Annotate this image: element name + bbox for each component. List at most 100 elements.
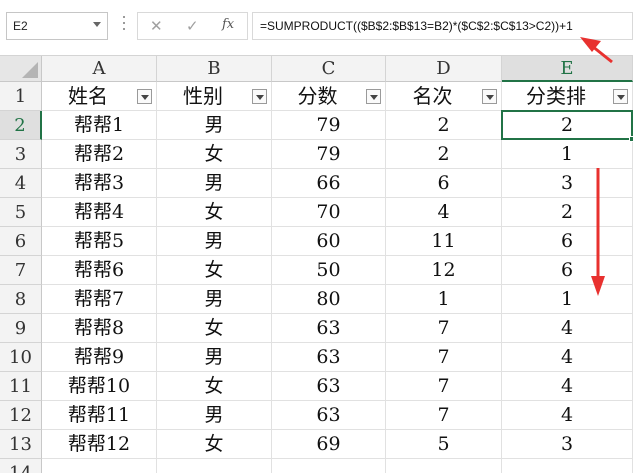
row-header[interactable]: 2 [0, 111, 42, 140]
data-cell[interactable]: 12 [386, 256, 502, 285]
data-cell[interactable]: 帮帮9 [42, 343, 157, 372]
filter-dropdown-icon[interactable] [613, 89, 628, 104]
function-fx-icon[interactable]: fx [222, 17, 234, 32]
row-header[interactable]: 10 [0, 343, 42, 372]
column-header-a[interactable]: A [42, 56, 157, 82]
data-cell[interactable]: 帮帮4 [42, 198, 157, 227]
name-box[interactable]: E2 [6, 12, 108, 40]
filter-dropdown-icon[interactable] [482, 89, 497, 104]
data-cell[interactable]: 7 [386, 401, 502, 430]
data-cell[interactable]: 11 [386, 227, 502, 256]
data-cell[interactable]: 帮帮6 [42, 256, 157, 285]
dropdown-arrow-icon[interactable] [93, 22, 101, 27]
data-cell[interactable]: 7 [386, 343, 502, 372]
data-cell[interactable]: 帮帮8 [42, 314, 157, 343]
data-cell[interactable]: 79 [272, 140, 386, 169]
row-header[interactable]: 7 [0, 256, 42, 285]
data-cell[interactable]: 2 [386, 111, 502, 140]
data-cell[interactable]: 6 [386, 169, 502, 198]
active-cell-border [501, 110, 633, 140]
data-cell[interactable]: 3 [502, 169, 633, 198]
data-cell[interactable]: 4 [502, 372, 633, 401]
column-header-e[interactable]: E [502, 56, 633, 82]
row-header[interactable]: 13 [0, 430, 42, 459]
data-cell[interactable]: 男 [157, 111, 272, 140]
data-cell[interactable]: 50 [272, 256, 386, 285]
column-header-d[interactable]: D [386, 56, 502, 82]
data-cell[interactable] [42, 459, 157, 473]
data-cell[interactable]: 帮帮10 [42, 372, 157, 401]
data-cell[interactable]: 69 [272, 430, 386, 459]
formula-input[interactable]: =SUMPRODUCT(($B$2:$B$13=B2)*($C$2:$C$13>… [252, 12, 633, 40]
data-cell[interactable] [502, 459, 633, 473]
data-cell[interactable]: 63 [272, 372, 386, 401]
data-cell[interactable]: 4 [502, 401, 633, 430]
row-header[interactable]: 4 [0, 169, 42, 198]
data-cell[interactable]: 女 [157, 372, 272, 401]
data-cell[interactable]: 帮帮3 [42, 169, 157, 198]
data-cell[interactable]: 女 [157, 430, 272, 459]
column-header-b[interactable]: B [157, 56, 272, 82]
row-header[interactable]: 8 [0, 285, 42, 314]
formula-text: =SUMPRODUCT(($B$2:$B$13=B2)*($C$2:$C$13>… [260, 19, 573, 33]
data-cell[interactable]: 6 [502, 256, 633, 285]
data-cell[interactable]: 80 [272, 285, 386, 314]
data-cell[interactable]: 1 [502, 140, 633, 169]
data-cell[interactable]: 女 [157, 256, 272, 285]
filter-dropdown-icon[interactable] [366, 89, 381, 104]
data-cell[interactable]: 帮帮1 [42, 111, 157, 140]
data-cell[interactable]: 7 [386, 372, 502, 401]
column-header-c[interactable]: C [272, 56, 386, 82]
row-header[interactable]: 14 [0, 459, 42, 473]
data-cell[interactable]: 帮帮12 [42, 430, 157, 459]
data-cell[interactable]: 1 [386, 285, 502, 314]
data-cell[interactable]: 男 [157, 401, 272, 430]
data-cell[interactable]: 63 [272, 343, 386, 372]
data-cell[interactable]: 女 [157, 198, 272, 227]
data-cell[interactable]: 5 [386, 430, 502, 459]
data-cell[interactable]: 男 [157, 169, 272, 198]
data-cell[interactable]: 70 [272, 198, 386, 227]
filter-dropdown-icon[interactable] [252, 89, 267, 104]
data-cell[interactable] [157, 459, 272, 473]
data-cell[interactable]: 2 [386, 140, 502, 169]
formula-buttons: ✕ ✓ fx [137, 12, 248, 40]
data-cell[interactable]: 4 [502, 343, 633, 372]
data-cell[interactable]: 79 [272, 111, 386, 140]
data-cell[interactable]: 男 [157, 227, 272, 256]
data-cell[interactable]: 3 [502, 430, 633, 459]
select-all-triangle-icon [22, 62, 38, 78]
data-cell[interactable]: 2 [502, 198, 633, 227]
row-header[interactable]: 5 [0, 198, 42, 227]
data-cell[interactable]: 帮帮2 [42, 140, 157, 169]
filter-dropdown-icon[interactable] [137, 89, 152, 104]
row-header[interactable]: 9 [0, 314, 42, 343]
data-cell[interactable]: 帮帮7 [42, 285, 157, 314]
data-cell[interactable]: 4 [502, 314, 633, 343]
row-header[interactable]: 11 [0, 372, 42, 401]
select-all-corner[interactable] [0, 56, 42, 82]
data-cell[interactable]: 女 [157, 140, 272, 169]
row-header[interactable]: 6 [0, 227, 42, 256]
data-cell[interactable] [272, 459, 386, 473]
cancel-icon[interactable]: ✕ [150, 17, 163, 35]
enter-check-icon[interactable]: ✓ [186, 17, 199, 35]
data-cell[interactable]: 66 [272, 169, 386, 198]
data-cell[interactable]: 6 [502, 227, 633, 256]
fill-handle[interactable] [629, 136, 633, 142]
data-cell[interactable]: 1 [502, 285, 633, 314]
data-cell[interactable]: 63 [272, 314, 386, 343]
data-cell[interactable]: 男 [157, 343, 272, 372]
data-cell[interactable]: 女 [157, 314, 272, 343]
data-cell[interactable]: 60 [272, 227, 386, 256]
data-cell[interactable]: 帮帮5 [42, 227, 157, 256]
data-cell[interactable]: 4 [386, 198, 502, 227]
row-header[interactable]: 3 [0, 140, 42, 169]
row-header[interactable]: 12 [0, 401, 42, 430]
data-cell[interactable]: 男 [157, 285, 272, 314]
data-cell[interactable]: 7 [386, 314, 502, 343]
data-cell[interactable]: 帮帮11 [42, 401, 157, 430]
row-header[interactable]: 1 [0, 82, 42, 111]
data-cell[interactable]: 63 [272, 401, 386, 430]
data-cell[interactable] [386, 459, 502, 473]
